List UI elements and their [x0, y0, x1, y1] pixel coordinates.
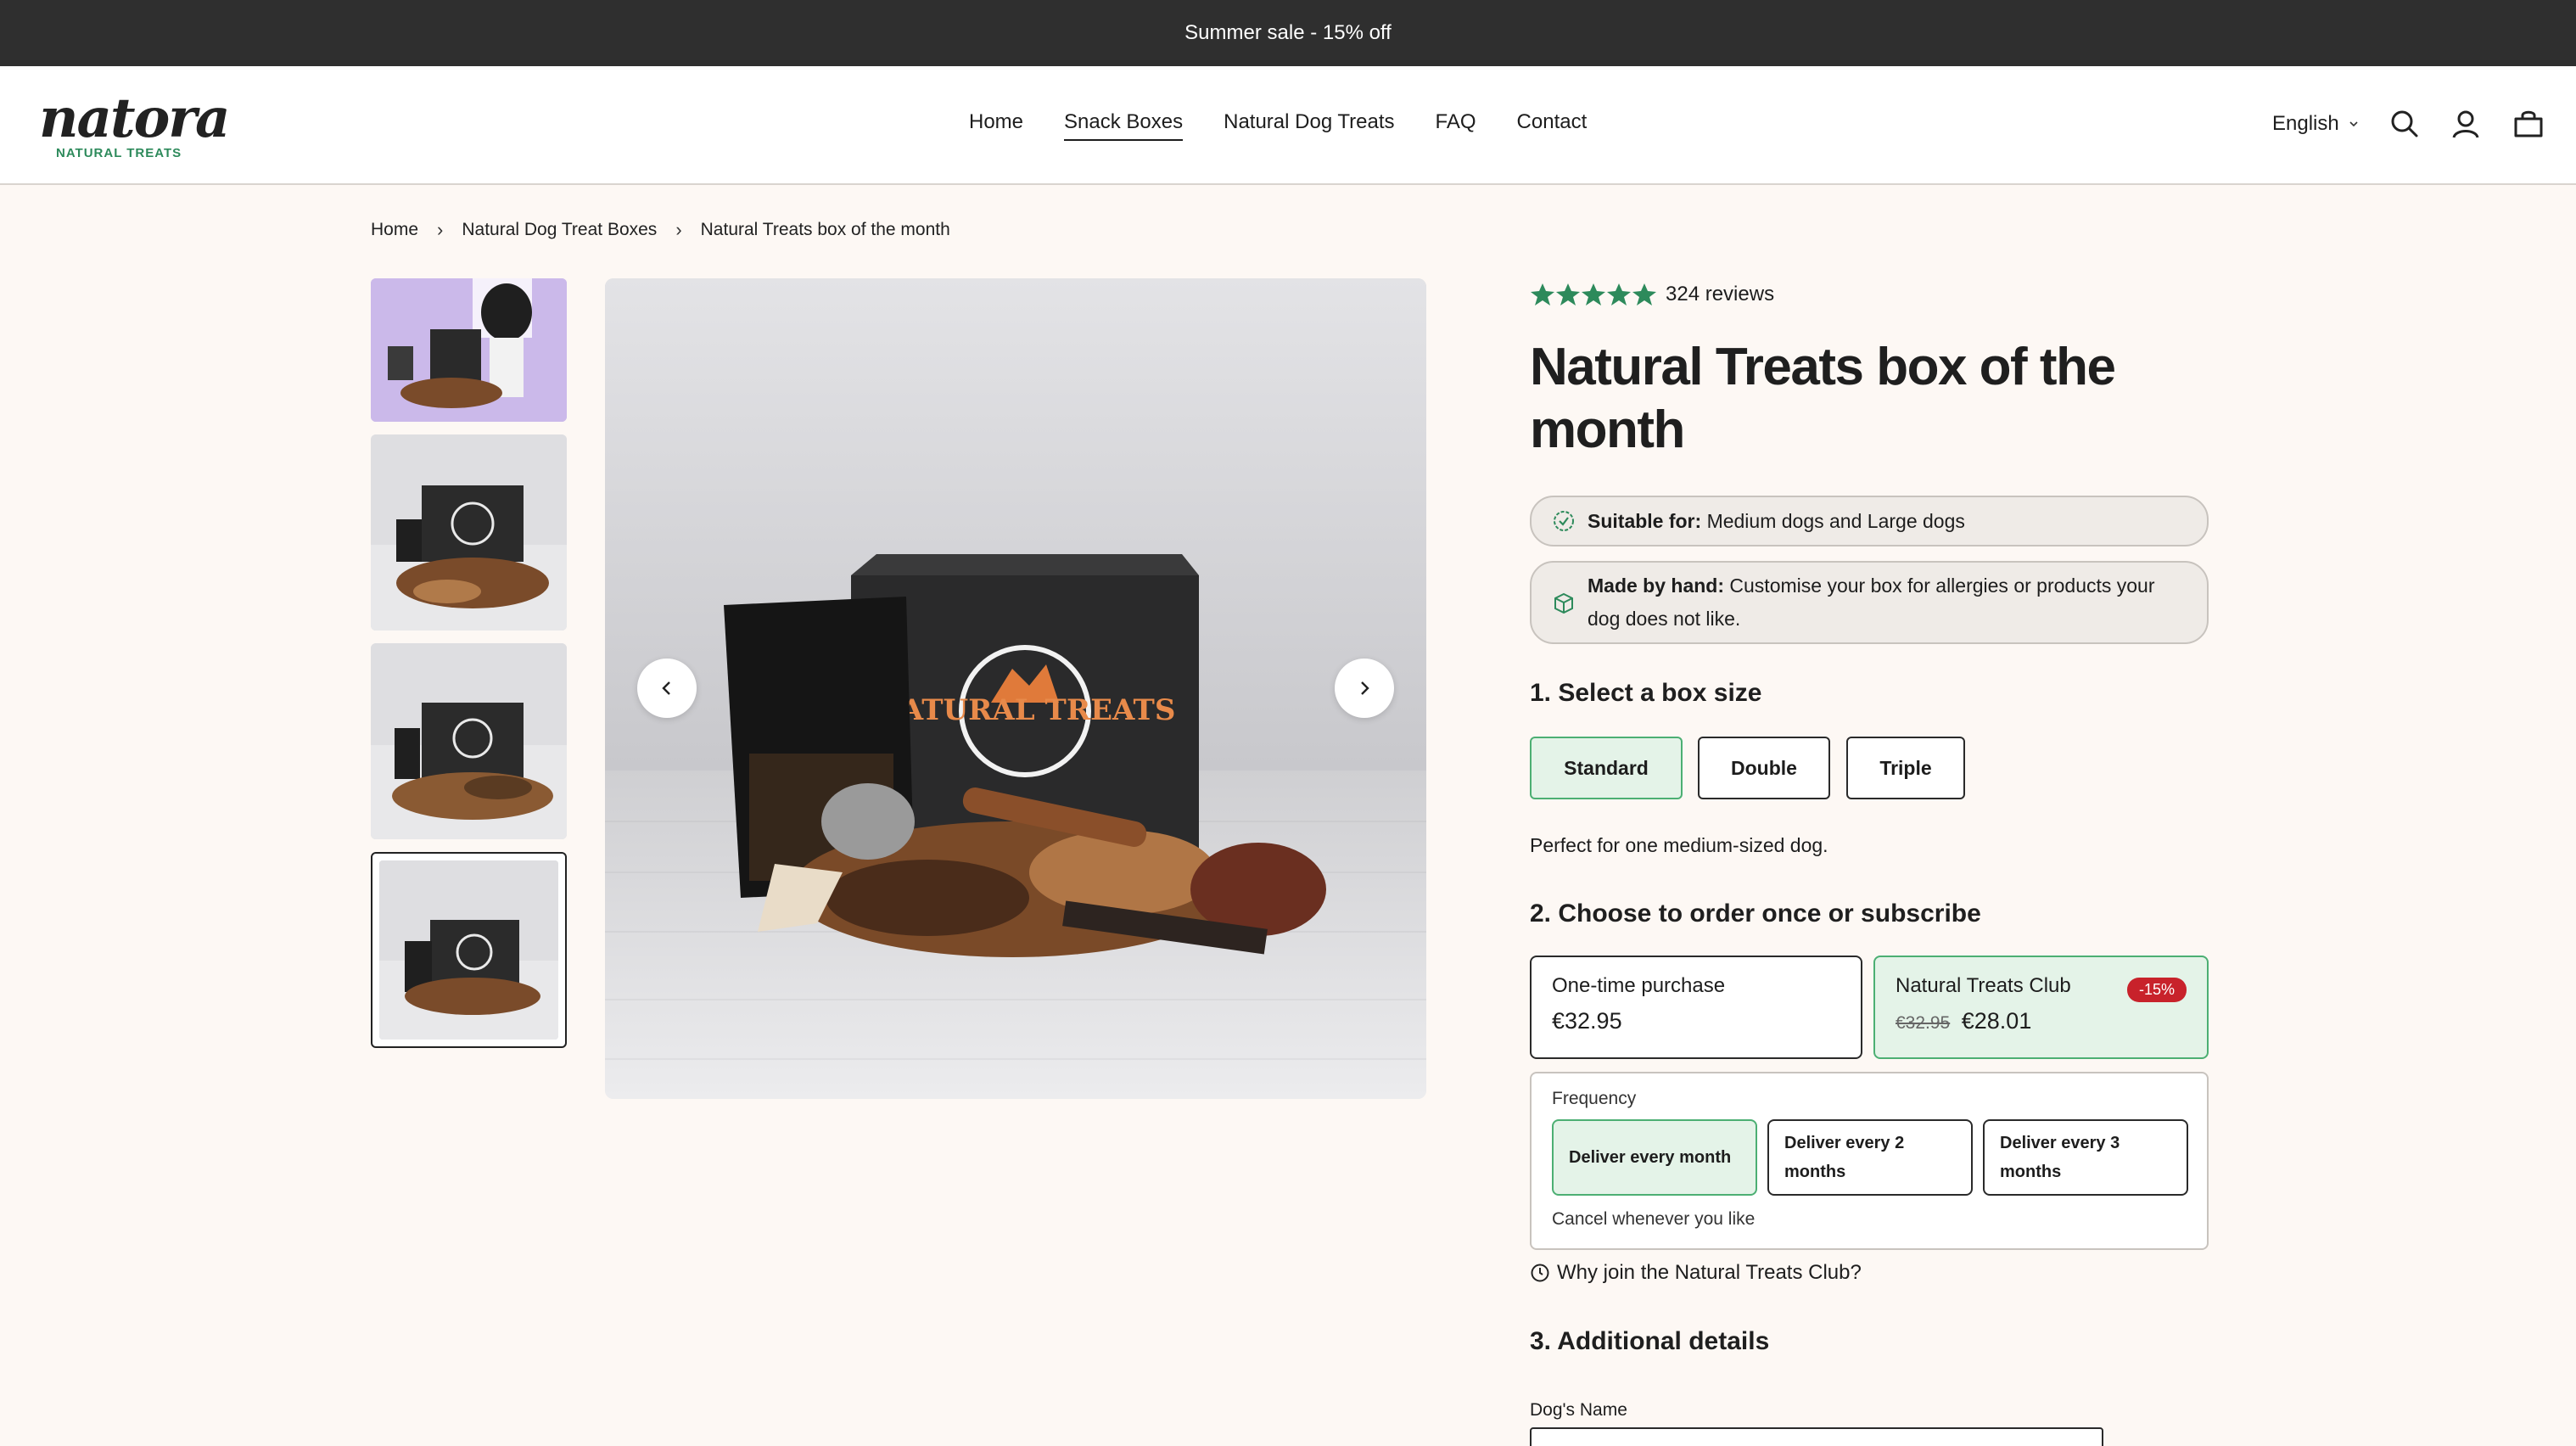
main-nav: Home Snack Boxes Natural Dog Treats FAQ …	[969, 110, 1587, 141]
logo-subtitle: NATURAL TREATS	[56, 146, 182, 160]
one-time-purchase-label: One-time purchase	[1552, 974, 1726, 997]
check-circle-icon	[1554, 511, 1574, 531]
rating[interactable]: 324 reviews	[1530, 278, 1774, 311]
chevron-right-icon: ›	[675, 219, 682, 240]
size-triple-button[interactable]: Triple	[1846, 737, 1965, 799]
step-3-title: 3. Additional details	[1530, 1327, 1770, 1355]
box-brand-label: NATURAL TREATS	[875, 693, 1176, 727]
chevron-down-icon	[2349, 121, 2358, 127]
thumbnail-4-selected[interactable]	[371, 852, 567, 1048]
package-icon	[1554, 592, 1573, 614]
thumbnail-3[interactable]	[371, 643, 567, 839]
site-header: natora NATURAL TREATS Home Snack Boxes N…	[0, 66, 2576, 185]
product-main-image: NATURAL TREATS	[605, 278, 1426, 1099]
club-old-price: €32.95	[1896, 1013, 1951, 1033]
nav-snack-boxes[interactable]: Snack Boxes	[1064, 110, 1184, 141]
star-rating-icon	[1531, 283, 1656, 305]
one-time-price: €32.95	[1552, 1008, 1622, 1034]
frequency-monthly-button[interactable]: Deliver every month	[1552, 1119, 1757, 1196]
cart-icon[interactable]	[2512, 107, 2545, 141]
dog-name-label: Dog's Name	[1530, 1400, 1627, 1420]
made-by-hand-badge: Made by hand: Customise your box for all…	[1530, 561, 2209, 644]
step-1-title: 1. Select a box size	[1530, 679, 1762, 707]
logo[interactable]: natora NATURAL TREATS	[39, 88, 230, 165]
made-by-hand-text: Made by hand: Customise your box for all…	[1588, 569, 2181, 636]
why-join-club-link[interactable]: Why join the Natural Treats Club?	[1530, 1261, 1862, 1285]
account-icon[interactable]	[2449, 107, 2483, 141]
clock-icon	[1531, 1264, 1549, 1282]
breadcrumb: Home › Natural Dog Treat Boxes › Natural…	[371, 219, 950, 241]
announcement-bar: Summer sale - 15% off	[0, 0, 2576, 66]
breadcrumb-home[interactable]: Home	[371, 220, 418, 240]
frequency-label: Frequency	[1552, 1089, 1637, 1108]
size-note: Perfect for one medium-sized dog.	[1530, 834, 1828, 856]
club-price: €28.01	[1961, 1008, 2032, 1034]
nav-home[interactable]: Home	[969, 110, 1023, 141]
chevron-right-icon	[1361, 681, 1369, 695]
chevron-left-icon	[662, 681, 670, 695]
nav-contact[interactable]: Contact	[1517, 110, 1588, 141]
search-icon[interactable]	[2388, 107, 2422, 141]
suitable-for-label: Suitable for:	[1588, 509, 1702, 532]
next-image-button[interactable]	[1335, 659, 1394, 718]
cancel-note: Cancel whenever you like	[1552, 1209, 1756, 1229]
suitable-for-text: Suitable for: Medium dogs and Large dogs	[1588, 505, 1965, 538]
language-selector[interactable]: English	[2272, 112, 2360, 136]
product-title: Natural Treats box of the month	[1530, 338, 2116, 459]
frequency-panel: Frequency Deliver every month Deliver ev…	[1530, 1072, 2209, 1250]
product-photo: NATURAL TREATS	[605, 278, 1426, 1099]
breadcrumb-current: Natural Treats box of the month	[700, 220, 950, 239]
frequency-2-months-button[interactable]: Deliver every 2 months	[1767, 1119, 1973, 1196]
dog-name-input[interactable]	[1530, 1427, 2103, 1446]
thumbnail-1[interactable]	[371, 278, 567, 422]
thumbnail-image	[371, 278, 567, 422]
discount-badge: -15%	[2126, 978, 2187, 1002]
announcement-text: Summer sale - 15% off	[1184, 21, 1392, 44]
logo-wordmark: natora	[39, 87, 230, 150]
language-label: English	[2272, 112, 2339, 135]
made-by-hand-label: Made by hand:	[1588, 574, 1725, 597]
club-subscription-option[interactable]: Natural Treats Club -15% €32.95 €28.01	[1873, 956, 2209, 1059]
chevron-right-icon: ›	[437, 219, 444, 240]
frequency-3-months-button[interactable]: Deliver every 3 months	[1983, 1119, 2188, 1196]
breadcrumb-collection[interactable]: Natural Dog Treat Boxes	[462, 220, 657, 240]
suitable-for-value: Medium dogs and Large dogs	[1706, 509, 1965, 532]
size-double-button[interactable]: Double	[1698, 737, 1830, 799]
nav-faq[interactable]: FAQ	[1436, 110, 1476, 141]
thumbnail-image	[371, 643, 567, 839]
thumbnail-image	[379, 860, 558, 1040]
step-2-title: 2. Choose to order once or subscribe	[1530, 900, 1981, 928]
thumbnail-image	[371, 434, 567, 631]
why-join-club-text: Why join the Natural Treats Club?	[1557, 1261, 1862, 1284]
suitable-for-badge: Suitable for: Medium dogs and Large dogs	[1530, 496, 2209, 546]
previous-image-button[interactable]	[637, 659, 697, 718]
size-standard-button[interactable]: Standard	[1530, 737, 1683, 799]
review-count: 324 reviews	[1666, 283, 1775, 305]
nav-natural-dog-treats[interactable]: Natural Dog Treats	[1224, 110, 1394, 141]
thumbnail-2[interactable]	[371, 434, 567, 631]
one-time-purchase-option[interactable]: One-time purchase €32.95	[1530, 956, 1862, 1059]
